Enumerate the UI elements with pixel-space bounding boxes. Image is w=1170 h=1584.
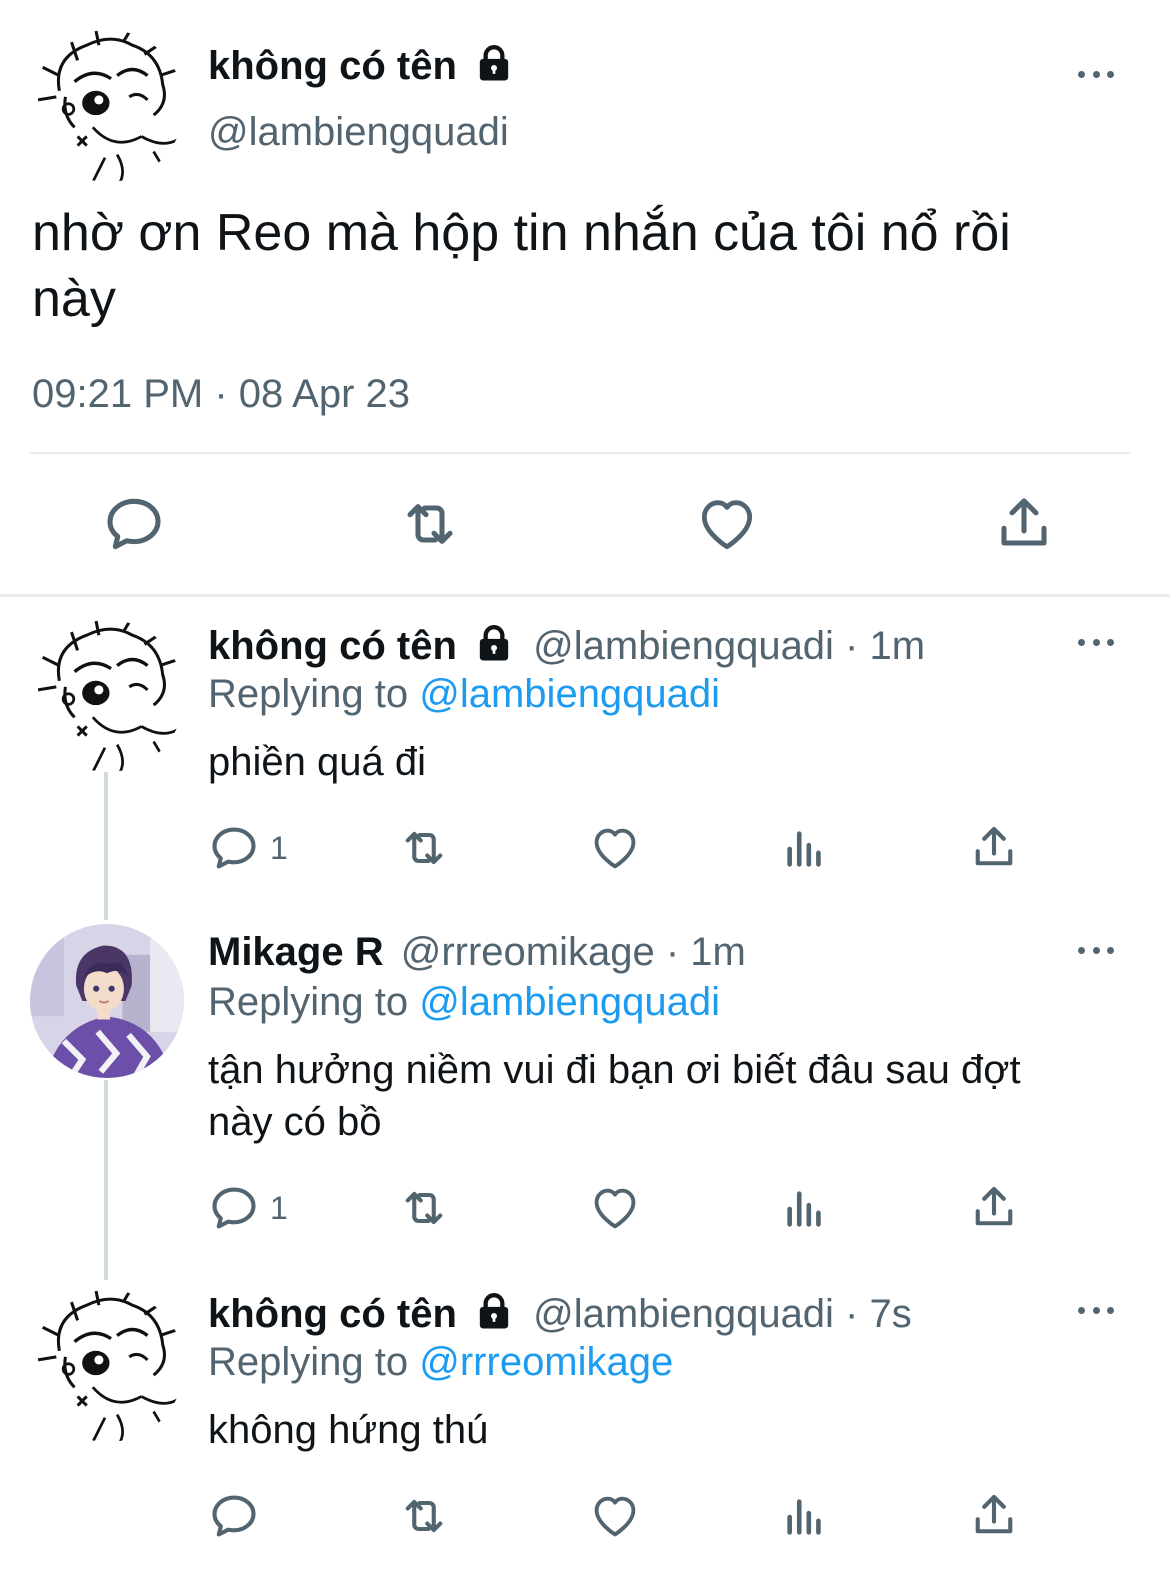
views-icon[interactable] <box>782 1184 828 1234</box>
tweet-text-line: phiền quá đi <box>208 740 426 784</box>
handle-time[interactable]: @lambiengquadi · 7s <box>533 1292 912 1336</box>
avatar[interactable] <box>32 1290 184 1442</box>
reply-icon[interactable] <box>102 492 166 556</box>
display-name[interactable]: không có tên <box>208 44 457 88</box>
share-icon[interactable] <box>968 820 1020 874</box>
tweet-text: tận hưởng niềm vui đi bạn ơi biết đâu sa… <box>208 1044 1021 1148</box>
handle-time[interactable]: @lambiengquadi · 1m <box>533 624 925 668</box>
display-name[interactable]: Mikage R <box>208 930 384 974</box>
divider <box>30 452 1130 454</box>
more-icon[interactable] <box>1076 632 1116 652</box>
replying-to: Replying to @lambiengquadi <box>208 976 720 1028</box>
display-name[interactable]: không có tên <box>208 1292 457 1336</box>
heart-icon[interactable] <box>588 1490 642 1542</box>
tweet-text: không hứng thú <box>208 1404 488 1456</box>
replying-to: Replying to @lambiengquadi <box>208 668 720 720</box>
retweet-icon[interactable] <box>396 1490 452 1542</box>
reply-count: 1 <box>270 829 288 866</box>
reply-icon[interactable] <box>208 1490 260 1542</box>
author-line: không có tên @lambiengquadi · 1m <box>208 620 925 672</box>
reply-icon <box>208 1182 260 1234</box>
tweet-text-line: này có bồ <box>208 1100 382 1144</box>
timestamp[interactable]: 09:21 PM · 08 Apr 23 <box>32 368 410 420</box>
avatar[interactable] <box>30 924 184 1078</box>
thread-line <box>104 1080 108 1280</box>
replying-to-link[interactable]: @rrreomikage <box>419 1340 673 1384</box>
avatar[interactable] <box>32 620 184 772</box>
tweet-text-line: không hứng thú <box>208 1408 489 1452</box>
avatar[interactable] <box>32 30 184 182</box>
replying-prefix: Replying to <box>208 1340 409 1384</box>
tweet-text-line: tận hưởng niềm vui đi bạn ơi biết đâu sa… <box>208 1048 1021 1092</box>
lock-icon <box>474 43 514 83</box>
heart-icon[interactable] <box>588 1182 642 1234</box>
share-icon[interactable] <box>992 490 1056 556</box>
more-icon[interactable] <box>1076 940 1116 960</box>
views-icon[interactable] <box>782 1492 828 1542</box>
tweet-text: phiền quá đi <box>208 736 426 788</box>
replying-to-link[interactable]: @lambiengquadi <box>419 672 720 716</box>
replying-prefix: Replying to <box>208 672 409 716</box>
retweet-icon[interactable] <box>396 822 452 874</box>
heart-icon[interactable] <box>588 822 642 874</box>
tweet-text-line: nhờ ơn Reo mà hộp tin nhắn của tôi nổ rồ… <box>32 204 1011 262</box>
replying-to-link[interactable]: @lambiengquadi <box>419 980 720 1024</box>
share-icon[interactable] <box>968 1180 1020 1234</box>
retweet-icon[interactable] <box>396 492 464 556</box>
retweet-icon[interactable] <box>396 1182 452 1234</box>
author-line: Mikage R @rrreomikage · 1m <box>208 926 746 978</box>
divider <box>0 594 1170 597</box>
share-icon[interactable] <box>968 1488 1020 1542</box>
handle[interactable]: @lambiengquadi <box>208 106 509 158</box>
author-line: không có tên @lambiengquadi · 7s <box>208 1288 912 1340</box>
reply-button[interactable]: 1 <box>208 822 288 874</box>
tweet-text-line: này <box>32 270 116 328</box>
display-name[interactable]: không có tên <box>208 624 457 668</box>
replying-prefix: Replying to <box>208 980 409 1024</box>
more-icon[interactable] <box>1076 64 1116 84</box>
reply-count: 1 <box>270 1189 288 1226</box>
tweet-text: nhờ ơn Reo mà hộp tin nhắn của tôi nổ rồ… <box>32 200 1011 332</box>
handle-time[interactable]: @rrreomikage · 1m <box>401 930 746 974</box>
views-icon[interactable] <box>782 824 828 874</box>
more-icon[interactable] <box>1076 1300 1116 1320</box>
replying-to: Replying to @rrreomikage <box>208 1336 673 1388</box>
thread-line <box>104 770 108 920</box>
lock-icon <box>474 623 514 663</box>
author-line: không có tên <box>208 40 514 92</box>
reply-button[interactable]: 1 <box>208 1182 288 1234</box>
reply-icon <box>208 822 260 874</box>
heart-icon[interactable] <box>694 492 760 556</box>
lock-icon <box>474 1291 514 1331</box>
